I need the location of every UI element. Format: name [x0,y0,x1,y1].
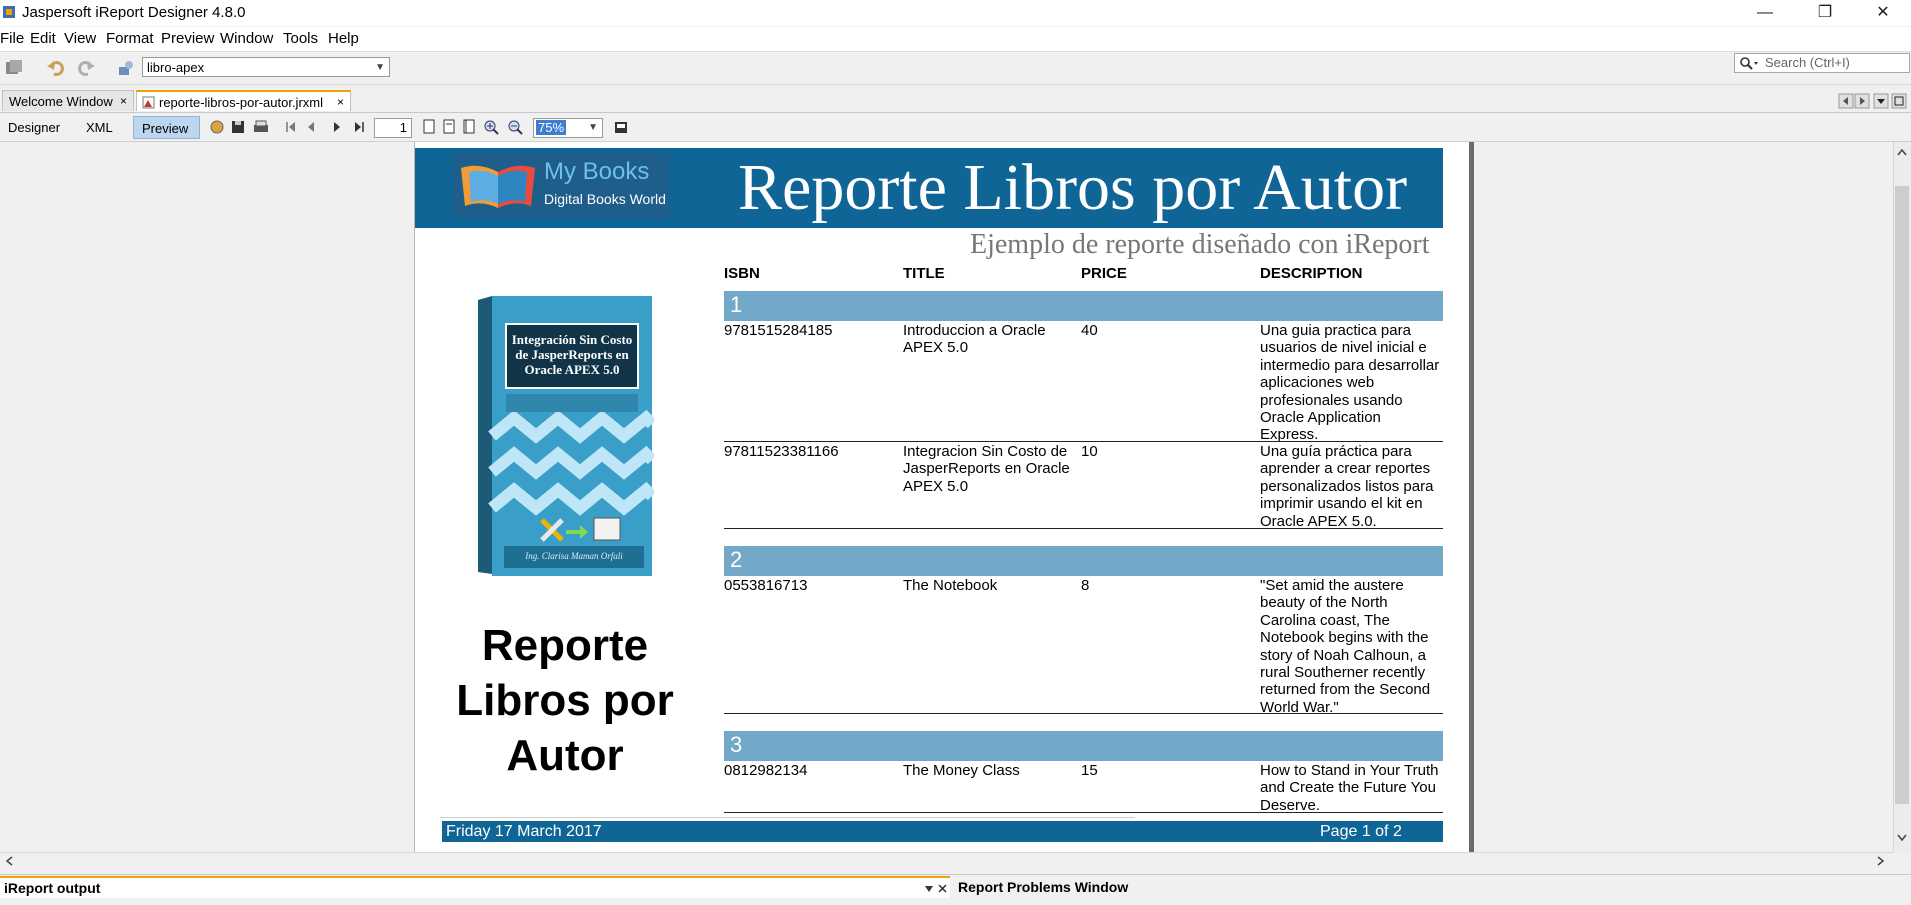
cell-price: 15 [1081,762,1098,779]
scroll-up-icon[interactable] [1895,146,1909,158]
app-icon [3,6,15,18]
undo-icon[interactable] [46,58,66,78]
cell-description: How to Stand in Your Truth and Create th… [1260,762,1439,814]
datasource-icon[interactable] [116,58,136,78]
menu-tools[interactable]: Tools [283,30,318,47]
row-divider [724,713,1443,714]
chevron-down-icon: ▼ [375,62,385,73]
menu-file[interactable]: File [0,30,24,47]
side-title: Reporte Libros por Autor [456,621,674,780]
tab-label: reporte-libros-por-autor.jrxml [159,95,323,110]
cell-title: The Notebook [903,577,998,594]
footer-date: Friday 17 March 2017 [446,823,602,840]
group-header-band: 3 [724,731,1443,761]
column-header-description: DESCRIPTION [1260,265,1363,282]
row-divider [724,528,1443,529]
close-icon[interactable]: × [120,91,127,112]
book-cover-title: Integración Sin Costo de JasperReports e… [511,332,633,377]
footer-divider [440,817,1135,818]
report-title: Reporte Libros por Autor [738,151,1408,224]
preview-tab[interactable]: Preview [133,116,200,139]
tab-welcome-window[interactable]: Welcome Window × [2,90,134,111]
cell-description: Una guía práctica para aprender a crear … [1260,443,1434,530]
zoom-select-value: 75% [536,120,567,135]
menu-view[interactable]: View [64,30,96,47]
column-header-price: PRICE [1081,265,1127,282]
menu-edit[interactable]: Edit [30,30,56,47]
datasource-select-value: libro-apex [147,60,205,75]
datasource-select[interactable]: libro-apex ▼ [142,57,390,77]
book-cover-author: Ing. Clarisa Maman Orfali [525,551,623,561]
tab-navigation-icons[interactable] [1838,93,1908,109]
cell-price: 40 [1081,322,1098,339]
group-header-band: 2 [724,546,1443,576]
cell-description: "Set amid the austere beauty of the Nort… [1260,577,1431,716]
ireport-output-tab[interactable]: iReport output [0,876,950,898]
tab-label: Welcome Window [9,94,113,109]
panel-menu-close-icons[interactable] [924,883,948,895]
logo-title: My Books [544,158,650,185]
vertical-scroll-thumb[interactable] [1895,186,1909,804]
cell-isbn: 0553816713 [724,577,808,594]
report-problems-tab[interactable]: Report Problems Window [958,876,1128,898]
chevron-down-icon: ▼ [588,122,598,133]
book-cover-image: Integración Sin Costo de JasperReports e… [474,296,654,576]
row-divider [724,812,1443,813]
menu-format[interactable]: Format [106,30,154,47]
close-icon[interactable]: × [337,92,344,113]
menu-preview[interactable]: Preview [161,30,214,47]
reload-save-print-icons[interactable] [208,118,278,136]
menu-window[interactable]: Window [220,30,273,47]
cell-price: 10 [1081,443,1098,460]
search-placeholder: Search (Ctrl+I) [1765,55,1850,70]
scroll-right-icon[interactable] [1874,855,1886,867]
cell-title: The Money Class [903,762,1020,779]
cell-description: Una guia practica para usuarios de nivel… [1260,322,1440,444]
group-label: 2 [730,547,743,572]
ireport-output-label: iReport output [4,880,101,896]
footer-page-number: Page 1 of 2 [1320,823,1402,840]
preview-toolbar: Designer XML Preview [0,114,1911,142]
group-header-band: 1 [724,291,1443,321]
report-file-icon [142,96,155,109]
cell-title: Integracion Sin Costo de JasperReports e… [903,443,1070,495]
save-all-icon[interactable] [4,58,24,78]
column-header-title: TITLE [903,265,945,282]
redo-icon[interactable] [76,58,96,78]
cell-price: 8 [1081,577,1090,594]
export-icon[interactable] [612,118,630,136]
cell-title: Introduccion a Oracle APEX 5.0 [903,322,1046,357]
document-tab-bar: Welcome Window × reporte-libros-por-autor… [0,90,1911,113]
xml-tab[interactable]: XML [78,116,121,139]
menu-help[interactable]: Help [328,30,359,47]
report-subtitle: Ejemplo de reporte diseñado con iReport [970,229,1430,260]
row-divider [724,441,1443,442]
group-label: 1 [730,292,743,317]
search-input[interactable]: Search (Ctrl+I) [1734,53,1910,73]
tab-report-file[interactable]: reporte-libros-por-autor.jrxml × [136,90,351,111]
close-button[interactable]: ✕ [1855,0,1911,26]
menu-bar: File Edit View Format Preview Window Too… [0,27,1911,52]
page-navigation-icons[interactable] [284,119,368,135]
designer-tab[interactable]: Designer [0,116,68,139]
cell-isbn: 0812982134 [724,762,808,779]
scroll-down-icon[interactable] [1895,832,1909,844]
window-title: Jaspersoft iReport Designer 4.8.0 [22,4,246,21]
page-shadow [1469,142,1474,852]
zoom-select[interactable]: 75% ▼ [533,118,603,138]
title-bar [0,0,1911,26]
restore-button[interactable]: ❐ [1797,0,1853,26]
logo-subtitle: Digital Books World [544,191,666,207]
column-header-isbn: ISBN [724,265,760,282]
cell-isbn: 9781515284185 [724,322,833,339]
group-label: 3 [730,732,743,757]
page-number-input[interactable]: 1 [374,118,412,138]
cell-isbn: 97811523381166 [724,443,839,460]
minimize-button[interactable]: — [1737,0,1793,26]
zoom-fit-icons[interactable] [422,118,534,136]
scroll-left-icon[interactable] [4,855,16,867]
horizontal-scrollbar[interactable] [0,852,1893,871]
open-book-icon [461,165,535,208]
search-icon [1740,57,1758,70]
